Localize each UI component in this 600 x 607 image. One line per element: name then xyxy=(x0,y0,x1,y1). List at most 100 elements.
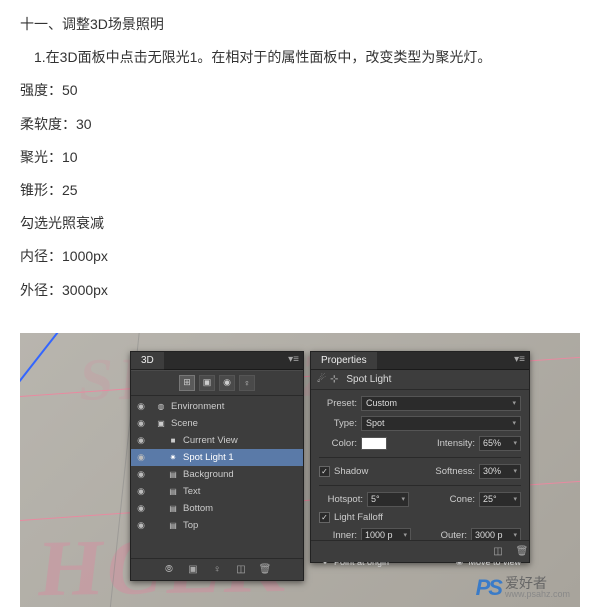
visibility-toggle[interactable]: ◉ xyxy=(135,502,147,514)
watermark-url: www.psahz.com xyxy=(505,590,570,599)
watermark: PS 爱好者 www.psahz.com xyxy=(476,575,570,601)
visibility-toggle[interactable]: ◉ xyxy=(135,451,147,463)
render-icon[interactable]: ◫ xyxy=(491,544,505,558)
param-inner: 内径：1000px xyxy=(20,244,580,269)
visibility-toggle[interactable]: ◉ xyxy=(135,468,147,480)
panel-tabbar: Properties ▾≡ xyxy=(311,352,529,370)
filter-toolbar: ⊞ ▣ ◉ ♀ xyxy=(131,370,303,396)
coord-tab-icon[interactable]: ⊹ xyxy=(330,374,338,385)
light-icon[interactable]: ♀ xyxy=(210,562,224,576)
watermark-text: 爱好者 xyxy=(505,576,570,590)
hotspot-label: Hotspot: xyxy=(319,494,363,505)
tab-3d[interactable]: 3D xyxy=(131,352,164,370)
intensity-label: Intensity: xyxy=(431,438,475,449)
softness-input[interactable]: 30% ▾ xyxy=(479,464,521,479)
filter-material-button[interactable]: ◉ xyxy=(219,375,235,391)
intensity-input[interactable]: 65% ▾ xyxy=(479,436,521,451)
search-icon[interactable]: ⦾ xyxy=(162,562,176,576)
panel-footer: ⦾ ▣ ♀ ◫ 🗑 xyxy=(131,558,303,580)
visibility-toggle[interactable]: ◉ xyxy=(135,417,147,429)
tree-item-icon: ▣ xyxy=(155,417,167,429)
preset-dropdown[interactable]: Custom ▾ xyxy=(361,396,521,411)
article-step: 1.在3D面板中点击无限光1。在相对于的属性面板中，改变类型为聚光灯。 xyxy=(20,45,580,70)
article-section: 十一、调整3D场景照明 1.在3D面板中点击无限光1。在相对于的属性面板中，改变… xyxy=(0,0,600,323)
props-toolbar: ☄ ⊹ Spot Light xyxy=(311,370,529,390)
stepper-icon: ▾ xyxy=(513,495,517,503)
tree-item-icon: ✷ xyxy=(167,451,179,463)
color-label: Color: xyxy=(319,438,357,449)
tree-row[interactable]: ◉ ▤ Text xyxy=(131,483,303,500)
scene-tree: ◉ ◍ Environment ◉ ▣ Scene ◉ ■ Current View ◉ ✷ Spot… xyxy=(131,396,303,536)
tree-item-icon: ▤ xyxy=(167,468,179,480)
panel-menu-icon[interactable]: ▾≡ xyxy=(288,354,299,365)
stepper-icon: ▾ xyxy=(513,467,517,475)
cone-label: Cone: xyxy=(437,494,475,505)
tree-row[interactable]: ◉ ▤ Top xyxy=(131,517,303,534)
panel-footer: ◫ 🗑 xyxy=(311,540,529,562)
type-dropdown[interactable]: Spot ▾ xyxy=(361,416,521,431)
tree-item-icon: ▤ xyxy=(167,519,179,531)
tree-row[interactable]: ◉ ■ Current View xyxy=(131,432,303,449)
watermark-logo: PS xyxy=(476,575,501,601)
tree-item-label: Background xyxy=(183,469,234,480)
color-swatch[interactable] xyxy=(361,437,387,450)
camera-icon[interactable]: ◫ xyxy=(234,562,248,576)
type-label: Type: xyxy=(319,418,357,429)
tree-item-icon: ▤ xyxy=(167,485,179,497)
falloff-label: Light Falloff xyxy=(334,512,383,523)
panel-tabbar: 3D ▾≡ xyxy=(131,352,303,370)
tree-item-label: Bottom xyxy=(183,503,213,514)
tree-row[interactable]: ◉ ▤ Bottom xyxy=(131,500,303,517)
falloff-checkbox[interactable]: ✓ xyxy=(319,512,330,523)
shadow-checkbox[interactable]: ✓ xyxy=(319,466,330,477)
divider xyxy=(319,457,521,458)
preset-label: Preset: xyxy=(319,398,357,409)
render-icon[interactable]: ▣ xyxy=(186,562,200,576)
tree-item-label: Text xyxy=(183,486,200,497)
tree-item-label: Scene xyxy=(171,418,198,429)
stepper-icon: ▾ xyxy=(403,531,407,539)
tree-item-label: Current View xyxy=(183,435,238,446)
param-softness: 柔软度：30 xyxy=(20,112,580,137)
mesh-tab-icon[interactable]: ☄ xyxy=(317,374,326,385)
hotspot-input[interactable]: 5° ▾ xyxy=(367,492,409,507)
tree-row[interactable]: ◉ ▣ Scene xyxy=(131,415,303,432)
tree-row[interactable]: ◉ ▤ Background xyxy=(131,466,303,483)
divider xyxy=(319,485,521,486)
panel-menu-icon[interactable]: ▾≡ xyxy=(514,354,525,365)
screenshot: SIHOLZR HCEK 3D ▾≡ ⊞ ▣ ◉ ♀ ◉◍Environment… xyxy=(20,333,580,607)
stepper-icon: ▾ xyxy=(401,495,405,503)
visibility-toggle[interactable]: ◉ xyxy=(135,519,147,531)
article-heading: 十一、调整3D场景照明 xyxy=(20,12,580,37)
delete-icon[interactable]: 🗑 xyxy=(515,544,529,558)
stepper-icon: ▾ xyxy=(513,439,517,447)
tree-row[interactable]: ◉ ✷ Spot Light 1 xyxy=(131,449,303,466)
props-subtitle: Spot Light xyxy=(346,374,391,385)
tree-item-icon: ▤ xyxy=(167,502,179,514)
filter-mesh-button[interactable]: ▣ xyxy=(199,375,215,391)
softness-label: Softness: xyxy=(431,466,475,477)
param-spot: 聚光：10 xyxy=(20,145,580,170)
filter-light-button[interactable]: ♀ xyxy=(239,375,255,391)
visibility-toggle[interactable]: ◉ xyxy=(135,400,147,412)
visibility-toggle[interactable]: ◉ xyxy=(135,434,147,446)
param-cone: 锥形：25 xyxy=(20,178,580,203)
param-intensity: 强度：50 xyxy=(20,78,580,103)
tree-item-icon: ◍ xyxy=(155,400,167,412)
filter-all-button[interactable]: ⊞ xyxy=(179,375,195,391)
tree-item-label: Environment xyxy=(171,401,224,412)
param-falloff: 勾选光照衰减 xyxy=(20,211,580,236)
tree-item-label: Top xyxy=(183,520,198,531)
tab-properties[interactable]: Properties xyxy=(311,352,377,370)
chevron-down-icon: ▾ xyxy=(512,399,516,407)
visibility-toggle[interactable]: ◉ xyxy=(135,485,147,497)
tree-item-icon: ■ xyxy=(167,434,179,446)
panel-properties: Properties ▾≡ ☄ ⊹ Spot Light Preset: Cus… xyxy=(310,351,530,563)
cone-input[interactable]: 25° ▾ xyxy=(479,492,521,507)
tree-item-label: Spot Light 1 xyxy=(183,452,234,463)
shadow-label: Shadow xyxy=(334,466,368,477)
delete-icon[interactable]: 🗑 xyxy=(258,562,272,576)
tree-row[interactable]: ◉ ◍ Environment xyxy=(131,398,303,415)
param-outer: 外径：3000px xyxy=(20,278,580,303)
stepper-icon: ▾ xyxy=(513,531,517,539)
